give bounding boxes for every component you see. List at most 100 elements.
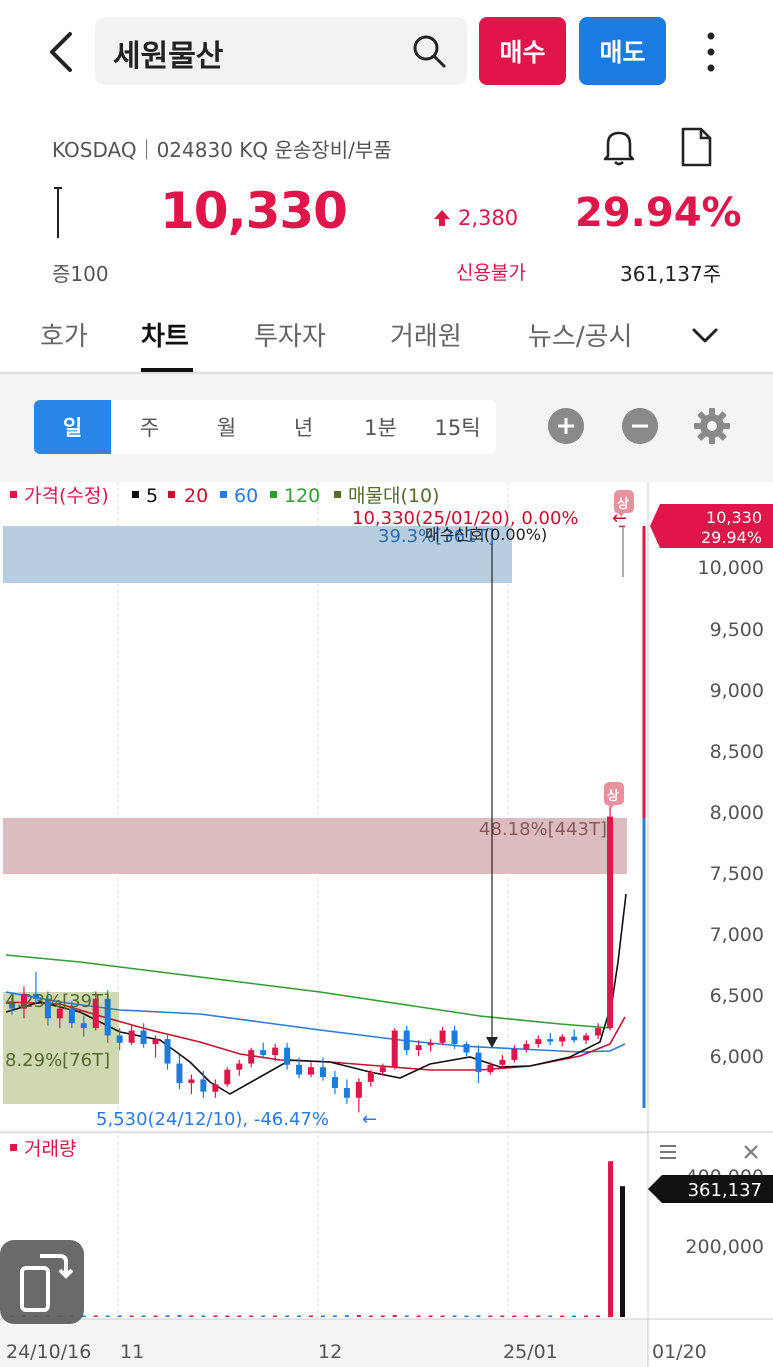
candle-body (499, 1059, 506, 1065)
volume-bar (524, 1315, 529, 1317)
candle-body (367, 1072, 374, 1082)
up-limit-label-1: 상 (617, 497, 629, 512)
volume-bar (548, 1315, 553, 1317)
candle-body (176, 1063, 183, 1084)
volume-bar (428, 1315, 433, 1317)
volume-bar (404, 1315, 409, 1317)
volume-bar (512, 1315, 517, 1317)
up-limit-label-2: 상 (607, 789, 619, 804)
candle-body (427, 1042, 434, 1046)
candle-body (188, 1079, 195, 1084)
volume-bar (464, 1315, 469, 1317)
candle-body (80, 1023, 87, 1029)
candle-body (284, 1047, 291, 1065)
volume-bar (225, 1315, 230, 1317)
price-tick: 8,500 (710, 741, 764, 763)
volume-bar (596, 1315, 601, 1317)
volume-bar (320, 1315, 325, 1317)
period-month[interactable]: 월 (188, 400, 265, 454)
tab-investor[interactable]: 투자자 (254, 316, 326, 353)
legend-ma60-swatch (220, 491, 227, 498)
period-tick[interactable]: 15틱 (419, 400, 496, 454)
volume-badge-text: 361,137 (688, 1180, 762, 1201)
candle-body (571, 1036, 578, 1041)
buy-button[interactable]: 매수 (479, 17, 566, 85)
margin-rate: 증100 (52, 262, 109, 286)
chevron-down-icon[interactable] (690, 324, 720, 348)
date-axis: 24/10/16 11 12 25/01 01/20 (6, 1341, 707, 1363)
volume-bar (105, 1315, 110, 1317)
volume-bar (392, 1314, 397, 1317)
volume-bar (452, 1315, 457, 1317)
volume-bar (488, 1315, 493, 1317)
volume-bar (273, 1315, 278, 1317)
more-icon[interactable] (698, 30, 724, 74)
volume-bar (189, 1315, 194, 1317)
price-badge-pct: 29.94% (701, 528, 762, 547)
candle-body (547, 1039, 554, 1042)
candle-body (487, 1064, 494, 1073)
volume-bar (249, 1315, 254, 1317)
credit-status: 신용불가 (456, 262, 526, 284)
legend-profile-swatch (334, 491, 341, 498)
low-annotation: 5,530(24/12/10), -46.47% (96, 1109, 329, 1130)
volume-tick: 200,000 (685, 1236, 764, 1258)
price-tick: 9,500 (710, 619, 764, 641)
volume-panel (0, 1134, 648, 1319)
date-tick: 24/10/16 (6, 1341, 91, 1363)
volume-text: 361,137주 (620, 262, 722, 286)
legend-ma120-swatch (270, 491, 277, 498)
candle-body (236, 1063, 243, 1070)
candle-body (403, 1030, 410, 1051)
volume-bar (117, 1315, 122, 1317)
period-day[interactable]: 일 (34, 400, 111, 454)
candle-body (224, 1069, 231, 1085)
document-icon[interactable] (676, 126, 716, 168)
volume-bar (332, 1315, 337, 1317)
candle-body (272, 1047, 279, 1055)
search-icon[interactable] (411, 33, 447, 69)
candle-body (607, 816, 614, 1029)
period-minute[interactable]: 1분 (342, 400, 419, 454)
period-year[interactable]: 년 (265, 400, 342, 454)
period-week[interactable]: 주 (111, 400, 188, 454)
volume-bar (368, 1315, 373, 1317)
date-tick: 01/20 (652, 1341, 707, 1363)
profile-mid-label: 48.18%[443T] (479, 819, 607, 840)
legend-ma5-swatch (132, 491, 139, 498)
candle-body (128, 1030, 135, 1043)
gear-icon[interactable] (692, 406, 732, 446)
candle-body (296, 1064, 303, 1075)
candlestick-chart[interactable]: 가격(수정) 5 20 60 120 매물대(10) 10,330(25/01/… (0, 482, 773, 1367)
tab-hoga[interactable]: 호가 (40, 316, 88, 353)
candle-body (583, 1035, 590, 1041)
profile-low2-label: 8.29%[76T] (5, 1050, 110, 1071)
volume-bar (309, 1315, 314, 1317)
search-box[interactable]: 세원물산 (95, 17, 467, 85)
legend-ma20-swatch (168, 491, 175, 498)
back-arrow-icon[interactable] (40, 28, 84, 76)
candle-body (391, 1030, 398, 1068)
volume-bar (297, 1315, 302, 1317)
profile-low1-label: 4.23%[39T] (5, 991, 110, 1012)
tab-broker[interactable]: 거래원 (390, 316, 462, 353)
legend-ma20: 20 (184, 485, 208, 507)
volume-bar (608, 1161, 614, 1317)
candle-body (200, 1079, 207, 1092)
period-selector: 일 주 월 년 1분 15틱 (34, 400, 496, 454)
tab-chart[interactable]: 차트 (141, 316, 189, 353)
price-tick: 9,000 (710, 680, 764, 702)
rotate-screen-button[interactable] (0, 1240, 84, 1324)
volume-bar (237, 1315, 242, 1317)
zoom-out-icon[interactable] (622, 408, 658, 444)
volume-bar (165, 1315, 170, 1317)
zoom-in-icon[interactable] (548, 408, 584, 444)
tab-news[interactable]: 뉴스/공시 (528, 316, 632, 353)
sell-button[interactable]: 매도 (579, 17, 666, 85)
price-badge-price: 10,330 (706, 508, 762, 527)
volume-bar (129, 1315, 134, 1317)
candle-body (475, 1052, 482, 1073)
volume-bar (380, 1315, 385, 1317)
bell-icon[interactable] (598, 126, 640, 168)
candle-body (595, 1028, 602, 1036)
